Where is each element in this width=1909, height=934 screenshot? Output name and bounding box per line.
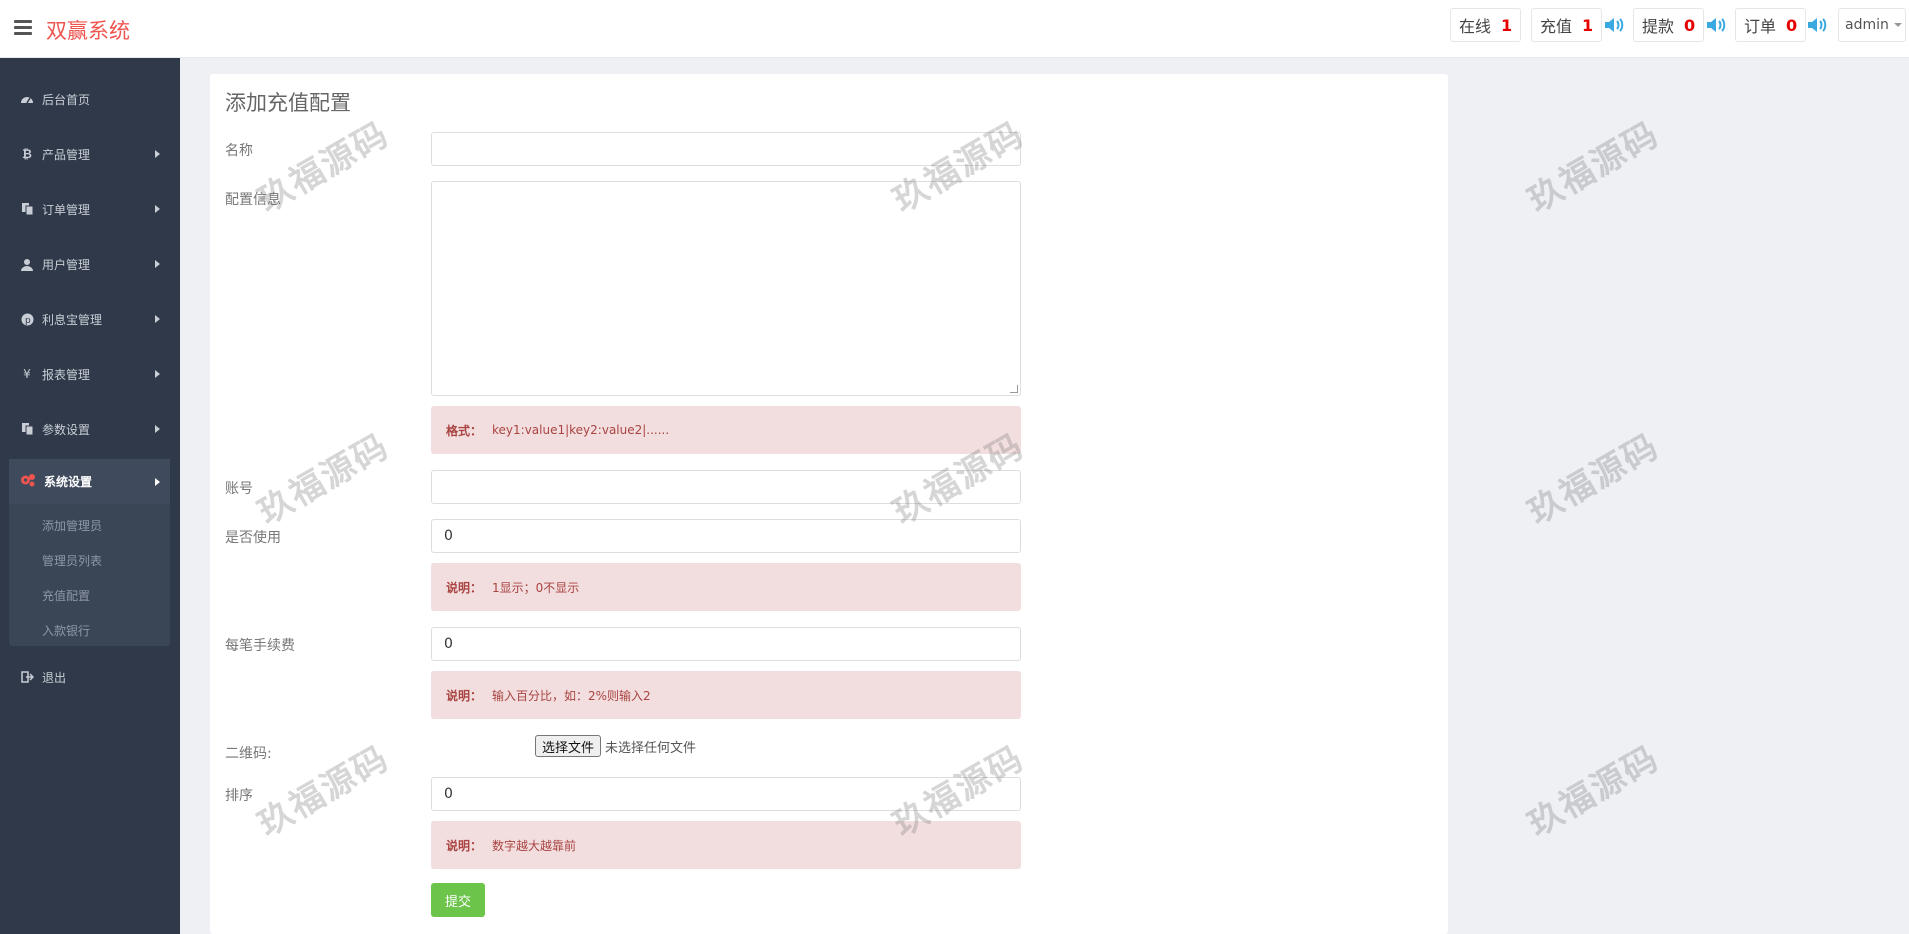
sidebar-item-dashboard[interactable]: 后台首页: [0, 79, 180, 119]
submit-button[interactable]: 提交: [431, 883, 485, 917]
orders-count: 0: [1786, 15, 1798, 35]
chevron-right-icon: [155, 315, 160, 323]
submenu-add-admin[interactable]: 添加管理员: [42, 517, 102, 534]
sidebar-item-label: 系统设置: [44, 475, 93, 489]
sidebar-item-label: 后台首页: [42, 92, 91, 107]
top-bar: 双赢系统 在线 1 充值 1 提款 0 订单 0 admin: [0, 0, 1909, 58]
file-status: 未选择任何文件: [605, 740, 697, 756]
recharge-count: 1: [1582, 15, 1594, 35]
sidebar-item-interest[interactable]: p 利息宝管理: [0, 299, 180, 339]
user-name: admin: [1845, 17, 1889, 33]
fee-input[interactable]: 0: [431, 627, 1021, 661]
menu-toggle-icon[interactable]: [14, 20, 32, 36]
account-label: 账号: [225, 481, 253, 497]
user-menu[interactable]: admin: [1838, 8, 1906, 42]
name-input[interactable]: [431, 132, 1021, 166]
chevron-down-icon: [1893, 23, 1902, 27]
note-key: 说明：: [446, 688, 483, 703]
choose-file-button[interactable]: 选择文件: [535, 735, 602, 757]
qrcode-file-input[interactable]: 选择文件 未选择任何文件: [535, 735, 696, 757]
chevron-right-icon: [155, 370, 160, 378]
chevron-right-icon: [155, 425, 160, 433]
bitcoin-icon: ₿: [22, 147, 32, 161]
pinterest-icon: p: [20, 312, 34, 326]
sort-note: 说明： 数字越大越靠前: [431, 821, 1021, 869]
speaker-icon[interactable]: [1705, 16, 1727, 34]
note-key: 格式：: [446, 423, 483, 438]
withdraw-label: 提款: [1642, 17, 1675, 36]
sidebar-item-label: 利息宝管理: [42, 312, 103, 327]
watermark: 玖福源码: [1521, 114, 1667, 221]
sidebar-item-reports[interactable]: ¥ 报表管理: [0, 354, 180, 394]
orders-label: 订单: [1744, 17, 1777, 36]
sidebar-item-orders[interactable]: 订单管理: [0, 189, 180, 229]
chevron-right-icon: [155, 205, 160, 213]
withdraw-count: 0: [1684, 15, 1696, 35]
sort-label: 排序: [225, 788, 253, 804]
sidebar-item-logout[interactable]: 退出: [0, 657, 180, 697]
yen-icon: ¥: [23, 367, 31, 381]
config-label: 配置信息: [225, 192, 281, 208]
copy-icon: [20, 202, 34, 216]
app-title: 双赢系统: [46, 19, 130, 43]
sidebar-item-label: 退出: [42, 670, 67, 685]
name-label: 名称: [225, 143, 253, 159]
fee-label: 每笔手续费: [225, 638, 295, 654]
sidebar-item-label: 报表管理: [42, 367, 91, 382]
copy-icon: [20, 422, 34, 436]
online-stat: 在线 1: [1450, 8, 1522, 42]
chevron-right-icon: [155, 260, 160, 268]
config-textarea[interactable]: [431, 181, 1021, 396]
config-format-note: 格式： key1:value1|key2:value2|......: [431, 406, 1021, 454]
watermark: 玖福源码: [1521, 426, 1667, 533]
sidebar-item-users[interactable]: 用户管理: [0, 244, 180, 284]
sidebar-item-params[interactable]: 参数设置: [0, 409, 180, 449]
sidebar-item-products[interactable]: ₿ 产品管理: [0, 134, 180, 174]
cogs-icon: [20, 473, 36, 490]
recharge-config-form: 添加充值配置 名称 配置信息 格式： key1:value1|key2:valu…: [210, 74, 1448, 934]
enabled-note: 说明： 1显示；0不显示: [431, 563, 1021, 611]
sign-out-icon: [20, 670, 34, 684]
note-key: 说明：: [446, 580, 483, 595]
qrcode-label: 二维码:: [225, 746, 272, 762]
speaker-icon[interactable]: [1806, 16, 1828, 34]
online-label: 在线: [1459, 17, 1492, 36]
sidebar-item-system[interactable]: 系统设置: [9, 459, 170, 504]
resize-handle-icon[interactable]: [1010, 385, 1018, 393]
sidebar-item-label: 订单管理: [42, 202, 91, 217]
svg-text:p: p: [25, 316, 31, 326]
recharge-stat: 充值 1: [1531, 8, 1603, 42]
sidebar-submenu-system: 系统设置 添加管理员 管理员列表 充值配置 入款银行: [9, 459, 170, 646]
submenu-deposit-bank[interactable]: 入款银行: [42, 622, 90, 639]
sidebar-item-label: 产品管理: [42, 147, 91, 162]
sidebar: 后台首页 ₿ 产品管理 订单管理 用户管理 p 利息宝管理 ¥ 报表管理 参数设: [0, 58, 180, 934]
recharge-label: 充值: [1540, 17, 1573, 36]
sidebar-item-label: 参数设置: [42, 422, 91, 437]
note-text: key1:value1|key2:value2|......: [492, 423, 670, 437]
note-text: 数字越大越靠前: [492, 838, 577, 853]
submenu-recharge-config[interactable]: 充值配置: [42, 587, 90, 604]
submenu-admin-list[interactable]: 管理员列表: [42, 552, 102, 569]
user-icon: [20, 257, 34, 271]
withdraw-stat: 提款 0: [1633, 8, 1705, 42]
watermark: 玖福源码: [1521, 738, 1667, 845]
chevron-right-icon: [155, 477, 160, 486]
fee-note: 说明： 输入百分比，如：2%则输入2: [431, 671, 1021, 719]
account-input[interactable]: [431, 470, 1021, 504]
enabled-label: 是否使用: [225, 530, 281, 546]
page-title: 添加充值配置: [225, 91, 351, 115]
online-count: 1: [1501, 15, 1513, 35]
note-text: 输入百分比，如：2%则输入2: [492, 688, 651, 703]
dashboard-icon: [20, 92, 34, 106]
sidebar-item-label: 用户管理: [42, 257, 91, 272]
sort-input[interactable]: 0: [431, 777, 1021, 811]
enabled-input[interactable]: 0: [431, 519, 1021, 553]
chevron-right-icon: [155, 150, 160, 158]
orders-stat: 订单 0: [1735, 8, 1807, 42]
speaker-icon[interactable]: [1603, 16, 1625, 34]
note-text: 1显示；0不显示: [492, 580, 580, 595]
note-key: 说明：: [446, 838, 483, 853]
